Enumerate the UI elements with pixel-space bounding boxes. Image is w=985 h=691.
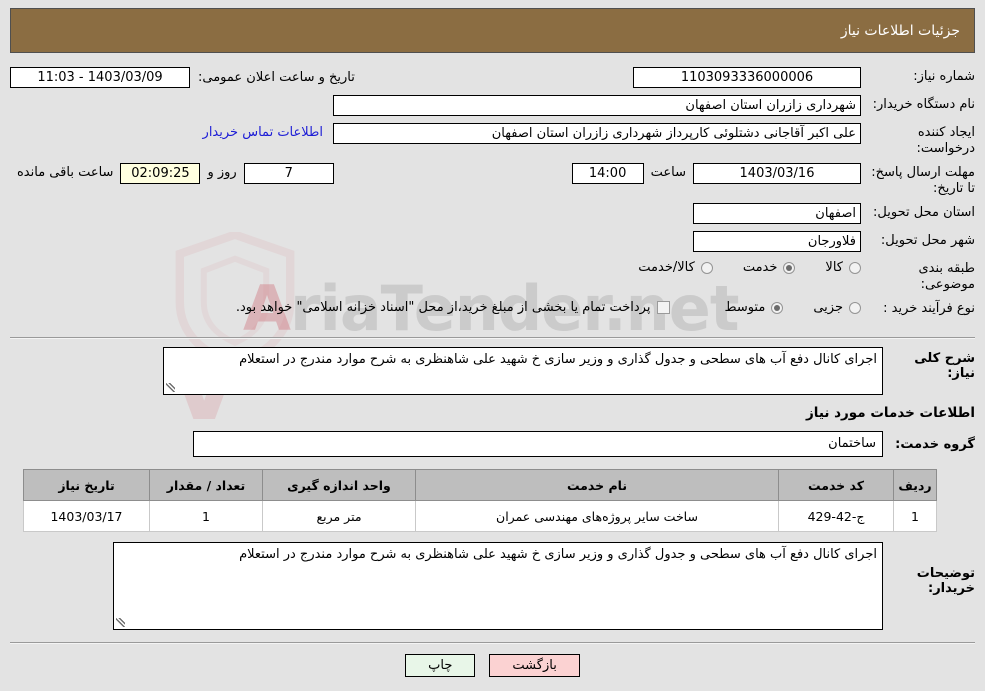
- col-header-code: کد خدمت: [778, 469, 894, 501]
- row-category: طبقه بندی موضوعی: کالا خدمت کالا/خدمت: [10, 259, 975, 293]
- radio-circle-selected-icon[interactable]: [771, 301, 784, 314]
- checkbox-icon[interactable]: [657, 301, 671, 314]
- cell-code: ج-42-429: [778, 500, 894, 532]
- radio-circle-icon[interactable]: [700, 261, 713, 274]
- buyer-notes-textarea[interactable]: اجرای کانال دفع آب های سطحی و جدول گذاری…: [113, 542, 883, 630]
- services-table-wrap: ردیف کد خدمت نام خدمت واحد اندازه گیری ت…: [23, 469, 975, 532]
- row-service-group: گروه خدمت: ساختمان: [10, 431, 975, 457]
- cell-radif: 1: [893, 500, 937, 532]
- province-value: اصفهان: [693, 203, 861, 224]
- buyer-org-label: نام دستگاه خریدار:: [872, 97, 975, 112]
- remaining-label: ساعت باقی مانده: [17, 165, 114, 180]
- row-province: استان محل تحویل: اصفهان: [10, 203, 975, 225]
- col-header-name: نام خدمت: [415, 469, 779, 501]
- category-radio-kala-khedmat[interactable]: کالا/خدمت: [638, 260, 713, 275]
- process-radio-group: جزیی متوسط پرداخت تمام یا بخشی از مبلغ خ…: [236, 299, 861, 315]
- col-header-radif: ردیف: [893, 469, 937, 501]
- page-title-bar: جزئیات اطلاعات نیاز: [10, 8, 975, 53]
- footer-buttons: بازگشت چاپ: [10, 654, 975, 677]
- row-buyer-notes: توضیحات خریدار: اجرای کانال دفع آب های س…: [10, 542, 975, 630]
- remaining-days-value: 7: [243, 163, 334, 184]
- treasury-checkbox-label: پرداخت تمام یا بخشی از مبلغ خرید،از محل …: [235, 300, 651, 315]
- treasury-checkbox-item[interactable]: پرداخت تمام یا بخشی از مبلغ خرید،از محل …: [236, 300, 671, 315]
- radio-circle-icon[interactable]: [849, 301, 861, 314]
- row-creator: ایجاد کننده درخواست: علی اکبر آقاجانی دش…: [10, 123, 975, 157]
- buyer-org-value: شهرداری زازران استان اصفهان: [333, 95, 861, 116]
- deadline-label: مهلت ارسال پاسخ: تا تاریخ:: [871, 165, 975, 196]
- deadline-time-value: 14:00: [571, 163, 644, 184]
- deadline-date-value: 1403/03/16: [693, 163, 861, 184]
- need-summary-textarea[interactable]: اجرای کانال دفع آب های سطحی و جدول گذاری…: [163, 347, 883, 395]
- radio-circle-icon[interactable]: [849, 261, 861, 274]
- col-header-date: تاریخ نیاز: [23, 469, 150, 501]
- category-radio-kala-khedmat-label: کالا/خدمت: [638, 260, 695, 275]
- hour-label: ساعت: [650, 165, 686, 180]
- service-group-value[interactable]: ساختمان: [193, 431, 883, 457]
- category-radio-kala-label: کالا: [825, 260, 843, 275]
- divider-top: [10, 337, 975, 339]
- category-radio-group: کالا خدمت کالا/خدمت: [608, 259, 861, 275]
- days-label: روز و: [207, 165, 237, 180]
- services-section-title: اطلاعات خدمات مورد نیاز: [805, 405, 975, 421]
- row-process-type: نوع فرآیند خرید : جزیی متوسط پرداخت تمام…: [10, 299, 975, 321]
- print-button[interactable]: چاپ: [405, 654, 476, 677]
- service-group-label: گروه خدمت:: [895, 436, 975, 452]
- announce-group: تاریخ و ساعت اعلان عمومی: 1403/03/09 - 1…: [10, 67, 363, 88]
- row-need-number: شماره نیاز: 1103093336000006 تاریخ و ساع…: [10, 67, 975, 89]
- creator-label: ایجاد کننده درخواست:: [916, 125, 975, 156]
- need-summary-label: شرح کلی نیاز:: [914, 351, 975, 381]
- row-deadline: مهلت ارسال پاسخ: تا تاریخ: 1403/03/16 سا…: [10, 163, 975, 197]
- need-number-label: شماره نیاز:: [913, 69, 975, 84]
- col-header-unit: واحد اندازه گیری: [262, 469, 416, 501]
- row-buyer-org: نام دستگاه خریدار: شهرداری زازران استان …: [10, 95, 975, 117]
- category-radio-khedmat-label: خدمت: [742, 260, 778, 275]
- radio-circle-selected-icon[interactable]: [783, 261, 796, 274]
- table-header-row: ردیف کد خدمت نام خدمت واحد اندازه گیری ت…: [23, 469, 937, 501]
- buyer-contact-link[interactable]: اطلاعات تماس خریدار: [193, 123, 333, 140]
- creator-value: علی اکبر آقاجانی دشتلوئی کارپرداز شهردار…: [333, 123, 861, 144]
- category-label: طبقه بندی موضوعی:: [918, 261, 976, 292]
- row-city: شهر محل تحویل: فلاورجان: [10, 231, 975, 253]
- remaining-clock-value: 02:09:25: [120, 163, 201, 184]
- process-radio-jozi-label: جزیی: [813, 300, 843, 315]
- services-table: ردیف کد خدمت نام خدمت واحد اندازه گیری ت…: [23, 469, 937, 532]
- table-row: 1 ج-42-429 ساخت سایر پروژه‌های مهندسی عم…: [23, 500, 937, 532]
- page-root: جزئیات اطلاعات نیاز شماره نیاز: 11030933…: [0, 0, 985, 691]
- need-summary-section: شرح کلی نیاز: اجرای کانال دفع آب های سطح…: [10, 347, 975, 457]
- need-number-value: 1103093336000006: [633, 67, 861, 88]
- need-info-panel: شماره نیاز: 1103093336000006 تاریخ و ساع…: [10, 61, 975, 331]
- cell-name: ساخت سایر پروژه‌های مهندسی عمران: [415, 500, 779, 532]
- col-header-qty: تعداد / مقدار: [149, 469, 263, 501]
- announce-value: 1403/03/09 - 11:03: [10, 67, 190, 88]
- cell-qty: 1: [149, 500, 263, 532]
- buyer-notes-label: توضیحات خریدار:: [916, 566, 975, 596]
- cell-date: 1403/03/17: [23, 500, 150, 532]
- category-radio-kala[interactable]: کالا: [825, 260, 861, 275]
- process-radio-motevaset[interactable]: متوسط: [724, 300, 784, 315]
- back-button[interactable]: بازگشت: [489, 654, 580, 677]
- city-value: فلاورجان: [693, 231, 861, 252]
- page-title: جزئیات اطلاعات نیاز: [840, 22, 960, 39]
- category-radio-khedmat[interactable]: خدمت: [743, 260, 796, 275]
- process-label: نوع فرآیند خرید :: [883, 301, 975, 316]
- province-label: استان محل تحویل:: [873, 205, 975, 220]
- process-radio-motevaset-label: متوسط: [724, 300, 766, 315]
- announce-label: تاریخ و ساعت اعلان عمومی:: [198, 70, 355, 85]
- row-need-summary: شرح کلی نیاز: اجرای کانال دفع آب های سطح…: [10, 347, 975, 395]
- city-label: شهر محل تحویل:: [880, 233, 975, 248]
- divider-footer: [10, 642, 975, 644]
- process-radio-jozi[interactable]: جزیی: [813, 300, 861, 315]
- cell-unit: متر مربع: [262, 500, 416, 532]
